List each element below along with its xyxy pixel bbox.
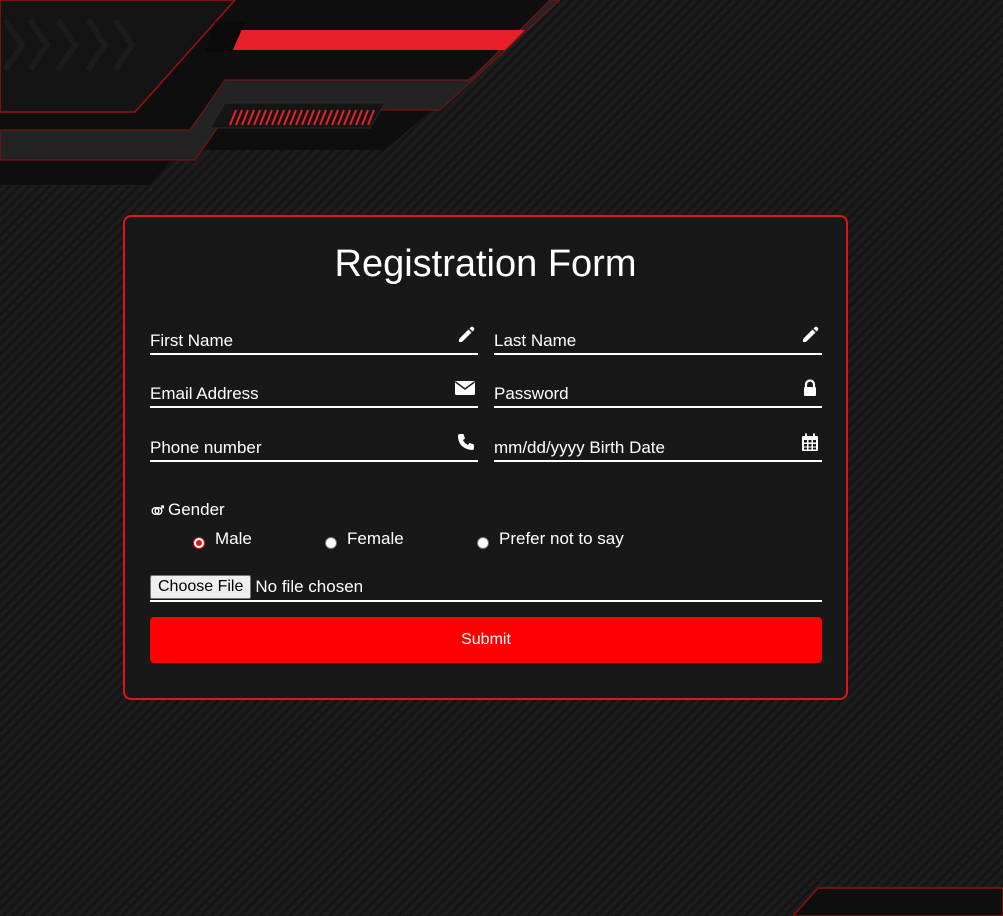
registration-form-card: Registration Form First Name Last Name E… bbox=[123, 215, 848, 700]
gender-label-text: Gender bbox=[168, 500, 225, 519]
gender-option-female[interactable]: Female bbox=[325, 529, 404, 549]
phone-field bbox=[150, 430, 478, 462]
radio-prefer-not-to-say[interactable] bbox=[477, 537, 489, 549]
radio-label-prefer-not-to-say: Prefer not to say bbox=[499, 529, 624, 548]
birth-date-input[interactable] bbox=[494, 438, 783, 458]
first-name-input[interactable] bbox=[150, 331, 439, 351]
birth-date-field bbox=[494, 430, 822, 462]
file-status-text: No file chosen bbox=[255, 576, 364, 596]
phone-input[interactable] bbox=[150, 438, 439, 458]
phone-icon bbox=[458, 434, 474, 450]
gender-icon bbox=[151, 505, 164, 515]
last-name-field bbox=[494, 323, 822, 355]
radio-label-male: Male bbox=[215, 529, 252, 548]
radio-male[interactable] bbox=[193, 537, 205, 549]
calendar-icon bbox=[802, 433, 818, 451]
email-field bbox=[150, 376, 478, 408]
last-name-input[interactable] bbox=[494, 331, 783, 351]
password-field bbox=[494, 376, 822, 408]
gender-label: Gender bbox=[150, 500, 225, 520]
radio-female[interactable] bbox=[325, 537, 337, 549]
decorative-corner-graphic bbox=[0, 0, 560, 185]
choose-file-button[interactable]: Choose File bbox=[150, 574, 252, 599]
password-input[interactable] bbox=[494, 384, 783, 404]
submit-button[interactable]: Submit bbox=[150, 617, 822, 663]
pencil-icon bbox=[803, 326, 819, 342]
file-upload-field: Choose File No file chosen bbox=[150, 573, 822, 602]
gender-option-prefer-not-to-say[interactable]: Prefer not to say bbox=[477, 529, 624, 549]
envelope-icon bbox=[455, 381, 475, 395]
gender-option-male[interactable]: Male bbox=[193, 529, 252, 549]
first-name-field bbox=[150, 323, 478, 355]
decorative-corner-graphic-bottom bbox=[793, 887, 1003, 916]
lock-icon bbox=[804, 379, 816, 396]
radio-label-female: Female bbox=[347, 529, 404, 548]
email-input[interactable] bbox=[150, 384, 439, 404]
form-title: Registration Form bbox=[334, 243, 637, 285]
pencil-icon bbox=[459, 326, 475, 342]
